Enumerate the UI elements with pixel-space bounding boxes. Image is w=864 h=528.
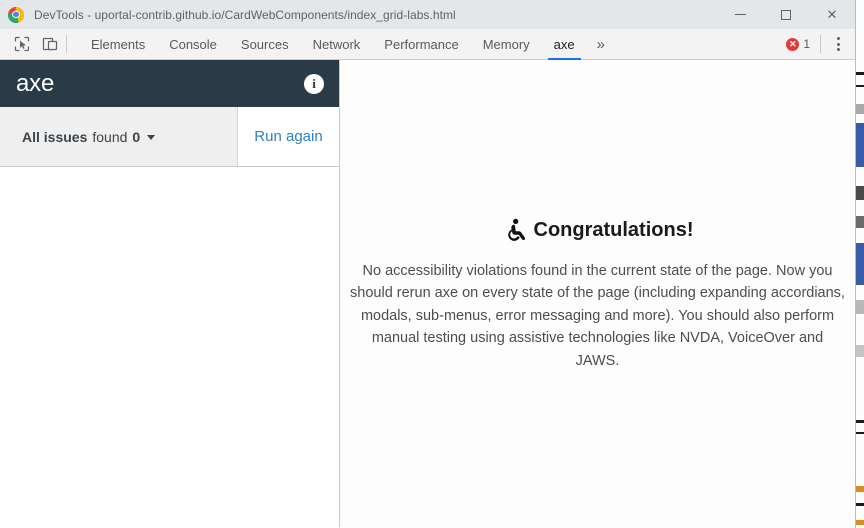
toolbar-right-group: ✕ 1 [780,29,855,59]
axe-sidebar: axe i All issues found 0 Run again [0,60,340,527]
toolbar-icon-group [0,29,79,59]
congratulations-title-text: Congratulations! [533,218,694,241]
run-again-button[interactable]: Run again [238,107,339,166]
kebab-dot [836,37,840,40]
tab-console[interactable]: Console [157,29,229,59]
axe-logo: axe [16,69,55,97]
tab-label: Memory [482,36,530,52]
chevron-down-icon [147,135,156,140]
maximize-button[interactable] [763,0,809,29]
devtools-toolbar: Elements Console Sources Network Perform… [0,29,855,60]
tab-network[interactable]: Network [301,29,373,59]
error-count: 1 [803,37,810,51]
tab-label: Elements [91,36,146,52]
tab-axe[interactable]: axe [542,29,587,60]
more-tabs-button[interactable]: » [587,29,615,59]
error-badge[interactable]: ✕ 1 [780,37,816,51]
tab-label: axe [553,36,575,52]
accessible-person-icon [507,218,525,241]
devtools-menu-button[interactable] [825,30,851,58]
tab-memory[interactable]: Memory [471,29,542,59]
minimize-button[interactable] [717,0,763,29]
filter-middle: found [92,128,128,145]
inspect-element-icon [14,36,30,52]
tab-sources[interactable]: Sources [229,29,301,59]
tab-label: Sources [240,36,289,52]
issues-list [0,167,339,527]
device-toolbar-button[interactable] [36,30,64,58]
inspect-element-button[interactable] [8,30,36,58]
devtools-window: DevTools - uportal-contrib.github.io/Car… [0,0,856,528]
background-page-sliver [855,0,864,528]
error-icon: ✕ [786,37,800,51]
tab-label: Network [312,36,361,52]
toolbar-separator-right [820,35,821,53]
tab-label: Performance [384,36,459,52]
tab-performance[interactable]: Performance [372,29,470,59]
tab-elements[interactable]: Elements [79,29,157,59]
chrome-logo-icon [8,6,24,23]
minimize-icon [734,14,746,15]
issues-filter-dropdown[interactable]: All issues found 0 [0,107,238,166]
close-icon: ✕ [826,7,838,22]
axe-panel: axe i All issues found 0 Run again Congr… [0,60,855,527]
screenshot-root: DevTools - uportal-contrib.github.io/Car… [0,0,864,528]
toolbar-separator [66,35,67,53]
kebab-dot [836,42,840,46]
window-title: DevTools - uportal-contrib.github.io/Car… [34,7,456,22]
congratulations-body-text: No accessibility violations found in the… [350,263,845,369]
maximize-icon [781,9,791,20]
congratulations-block: Congratulations! No accessibility violat… [340,218,855,372]
congratulations-heading: Congratulations! [350,218,845,242]
close-button[interactable]: ✕ [809,0,855,29]
device-toolbar-icon [42,37,58,51]
axe-filter-row: All issues found 0 Run again [0,107,339,167]
issues-filter-label: All issues found 0 [22,128,156,145]
axe-header: axe i [0,60,339,107]
filter-prefix: All issues [22,128,88,145]
title-bar: DevTools - uportal-contrib.github.io/Car… [0,0,855,29]
filter-count: 0 [132,128,141,145]
panel-tabs: Elements Console Sources Network Perform… [79,29,615,60]
axe-results-content: Congratulations! No accessibility violat… [340,60,855,527]
window-controls: ✕ [717,0,855,29]
tab-label: Console [169,36,217,52]
info-icon[interactable]: i [304,73,324,94]
kebab-dot [836,48,840,51]
